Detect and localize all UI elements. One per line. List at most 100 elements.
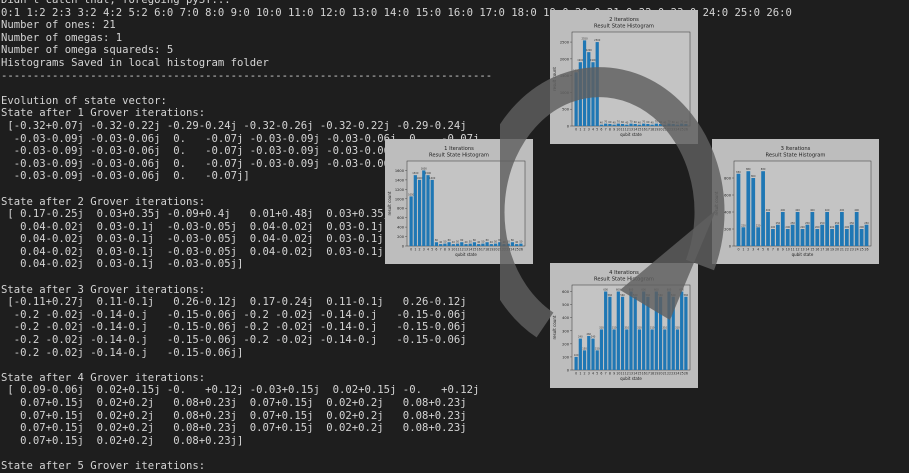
bar — [684, 123, 688, 126]
bar-value-label: 400 — [825, 209, 830, 212]
terminal-line: Number of omega squareds: 5 — [1, 44, 174, 57]
bar — [810, 212, 815, 246]
bar-value-label: 200 — [830, 226, 835, 229]
bar-value-label: 240 — [578, 336, 583, 339]
bar — [472, 242, 477, 246]
x-tick-label: 2 — [584, 128, 586, 132]
terminal-line: [-0.11+0.27j 0.11-0.1j 0.26-0.12j 0.17-0… — [1, 296, 467, 309]
terminal-line: Histograms Saved in local histogram fold… — [1, 56, 269, 69]
bar — [736, 173, 741, 246]
chart-title: 1 Iterations — [444, 146, 474, 152]
bar-value-label: 40 — [638, 122, 642, 125]
bar — [637, 329, 642, 370]
bar — [426, 175, 430, 246]
bar — [654, 291, 658, 370]
y-tick-label: 2500 — [560, 41, 570, 45]
bar — [587, 336, 591, 370]
bar — [629, 291, 633, 370]
bar-value-label: 1050 — [408, 193, 415, 196]
x-tick-label: 8 — [777, 248, 779, 252]
bar-value-label: 600 — [679, 289, 684, 292]
x-tick-label: 1 — [414, 248, 416, 252]
x-tick-label: 26 — [684, 372, 688, 376]
bar-value-label: 560 — [646, 294, 651, 297]
bar-value-label: 1600 — [573, 69, 580, 72]
x-tick-label: 10 — [786, 248, 790, 252]
bar — [578, 338, 582, 370]
bar-value-label: 250 — [864, 222, 869, 225]
x-tick-label: 9 — [448, 248, 450, 252]
x-tick-label: 18 — [825, 248, 829, 252]
bar-value-label: 1500 — [412, 172, 419, 175]
x-tick-label: 3 — [423, 248, 425, 252]
bar — [790, 224, 795, 246]
bar-value-label: 600 — [629, 289, 634, 292]
x-tick-label: 3 — [752, 248, 754, 252]
y-tick-label: 400 — [397, 226, 405, 230]
bar — [578, 62, 582, 126]
bar — [650, 329, 654, 370]
x-tick-label: 11 — [791, 248, 795, 252]
y-tick-label: 1000 — [395, 197, 405, 201]
x-tick-label: 0 — [737, 248, 739, 252]
bar-value-label: 560 — [633, 294, 638, 297]
bar — [667, 123, 671, 126]
bar-value-label: 250 — [805, 222, 810, 225]
y-tick-label: 1600 — [395, 169, 405, 173]
bar-value-label: 1400 — [417, 177, 424, 180]
chart-title: 3 Iterations — [781, 146, 811, 152]
x-tick-label: 5 — [596, 372, 598, 376]
x-axis-label: qubit state — [792, 252, 814, 257]
histogram-card-1-iterations: 1 Iterations Result State Histogram 0 200 40… — [385, 139, 533, 264]
bar-value-label: 560 — [658, 294, 663, 297]
bar-value-label: 1600 — [421, 167, 428, 170]
bar-value-label: 600 — [641, 289, 646, 292]
x-tick-label: 1 — [579, 372, 581, 376]
x-tick-label: 9 — [613, 128, 615, 132]
bar-value-label: 40 — [464, 241, 468, 244]
bar-value-label: 200 — [859, 226, 864, 229]
x-tick-label: 7 — [605, 372, 607, 376]
bar — [591, 338, 595, 370]
x-tick-label: 4 — [592, 372, 594, 376]
y-tick-label: 500 — [562, 303, 570, 307]
bar — [859, 229, 864, 246]
histogram-chart: 1 IterationsResult State Histogram020040… — [387, 146, 526, 257]
x-tick-label: 2 — [419, 248, 421, 252]
y-tick-label: 0 — [402, 245, 405, 249]
x-tick-label: 0 — [575, 128, 577, 132]
x-tick-label: 13 — [800, 248, 804, 252]
bar — [608, 123, 612, 126]
bar — [840, 212, 844, 246]
bar — [625, 124, 629, 126]
bar — [620, 123, 625, 126]
x-tick-label: 8 — [609, 372, 611, 376]
y-tick-label: 200 — [397, 235, 405, 239]
x-tick-label: 8 — [444, 248, 446, 252]
x-tick-label: 2 — [584, 372, 586, 376]
bar — [599, 124, 604, 126]
histogram-chart: 2 IterationsResult State Histogram050010… — [552, 17, 691, 137]
bar-value-label: 60 — [659, 121, 663, 124]
bar-value-label: 50 — [494, 241, 498, 244]
bar — [439, 244, 443, 246]
terminal-line: State after 4 Grover iterations: — [1, 371, 206, 384]
bar-value-label: 200 — [785, 226, 790, 229]
bar — [455, 243, 460, 246]
x-axis-label: qubit state — [455, 252, 477, 257]
histogram-chart: 4 IterationsResult State Histogram010020… — [552, 270, 691, 381]
bar-value-label: 800 — [751, 175, 756, 178]
bar-value-label: 60 — [646, 121, 650, 124]
y-tick-label: 100 — [562, 355, 570, 359]
x-tick-label: 7 — [605, 128, 607, 132]
x-tick-label: 20 — [835, 248, 839, 252]
x-tick-label: 26 — [865, 248, 869, 252]
bar — [820, 224, 825, 246]
bar — [434, 242, 439, 246]
bar — [604, 291, 608, 370]
y-tick-label: 300 — [562, 329, 570, 333]
bar — [409, 196, 413, 246]
bar — [620, 296, 625, 370]
bar — [771, 229, 775, 246]
